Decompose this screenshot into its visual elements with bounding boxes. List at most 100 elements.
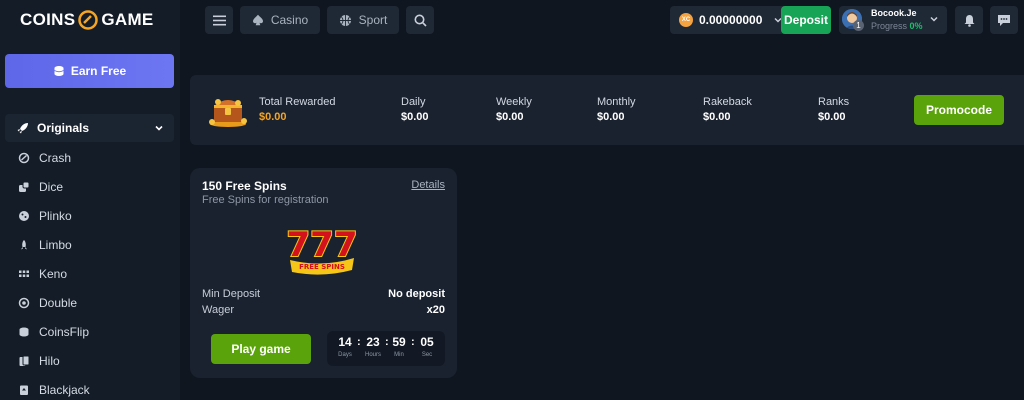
user-profile-menu[interactable]: 1 Bocook.Je Progress 0% — [839, 6, 947, 34]
sidebar-item-dice[interactable]: Dice — [0, 172, 180, 201]
plinko-icon — [19, 210, 29, 221]
search-icon — [414, 14, 427, 27]
sport-tab[interactable]: Sport — [327, 6, 399, 34]
earn-free-button[interactable]: Earn Free — [5, 54, 174, 88]
sidebar-item-keno[interactable]: Keno — [0, 259, 180, 288]
sidebar-item-limbo[interactable]: Limbo — [0, 230, 180, 259]
sidebar-item-double[interactable]: Double — [0, 288, 180, 317]
weekly-label: Weekly — [496, 96, 532, 108]
promocode-button[interactable]: Promocode — [914, 95, 1004, 125]
chat-icon — [998, 14, 1010, 26]
timer-days: 14 Days — [333, 335, 357, 358]
double-icon — [18, 297, 30, 308]
free-spins-777-image: 777 FREE SPINS — [286, 224, 358, 275]
sidebar: COINS GAME Earn Free Originals Crash Dic… — [0, 0, 180, 400]
wager-label: Wager — [202, 304, 234, 316]
sidebar-item-label: Dice — [39, 179, 64, 194]
sidebar-item-label: Keno — [39, 266, 68, 281]
timer-sec: 05 Sec — [415, 335, 439, 358]
currency-coin-icon: XC — [679, 13, 693, 27]
casino-tab-label: Casino — [270, 13, 309, 27]
progress-value: 0% — [909, 21, 923, 31]
coins-icon — [19, 327, 29, 336]
rakeback-label: Rakeback — [703, 96, 752, 108]
timer-sec-value: 05 — [420, 335, 434, 349]
sidebar-item-plinko[interactable]: Plinko — [0, 201, 180, 230]
sidebar-item-label: Limbo — [39, 237, 72, 252]
sport-tab-label: Sport — [358, 13, 388, 27]
sidebar-item-label: Blackjack — [39, 382, 90, 397]
play-game-button[interactable]: Play game — [211, 334, 311, 364]
casino-tab[interactable]: Casino — [240, 6, 320, 34]
slot-digits: 777 — [287, 225, 358, 265]
chat-button[interactable] — [990, 6, 1018, 34]
total-rewarded-stat: Total Rewarded $0.00 — [259, 96, 335, 123]
timer-hours: 23 Hours — [361, 335, 385, 358]
rakeback-stat: Rakeback $0.00 — [703, 96, 752, 123]
details-link[interactable]: Details — [411, 179, 445, 191]
user-level-badge: 1 — [853, 20, 864, 31]
originals-section-toggle[interactable]: Originals — [5, 114, 174, 142]
min-deposit-value: No deposit — [388, 288, 445, 300]
daily-label: Daily — [401, 96, 426, 108]
timer-min-label: Min — [394, 352, 404, 358]
countdown-timer: 14 Days : 23 Hours : 59 Min : 05 Sec — [327, 331, 445, 366]
notifications-button[interactable] — [955, 6, 983, 34]
total-rewarded-value: $0.00 — [259, 111, 287, 123]
crash-icon — [18, 152, 30, 163]
username: Bocook.Je — [871, 8, 917, 18]
wager-value: x20 — [426, 304, 445, 316]
timer-sec-label: Sec — [421, 352, 433, 358]
monthly-value: $0.00 — [597, 111, 625, 123]
bell-icon — [964, 14, 974, 27]
free-spins-card: 150 Free Spins Free Spins for registrati… — [190, 168, 457, 378]
menu-toggle-button[interactable] — [205, 6, 233, 34]
rewards-summary-panel: Total Rewarded $0.00 Daily $0.00 Weekly … — [190, 75, 1024, 145]
sidebar-item-blackjack[interactable]: Blackjack — [0, 375, 180, 400]
earn-free-label: Earn Free — [70, 64, 127, 78]
timer-hours-label: Hours — [364, 352, 381, 358]
keno-grid-icon — [19, 270, 29, 277]
daily-stat: Daily $0.00 — [401, 96, 429, 123]
card-subtitle: Free Spins for registration — [202, 194, 329, 206]
min-deposit-label: Min Deposit — [202, 288, 261, 300]
chevron-down-icon — [930, 16, 938, 22]
sidebar-item-label: Hilo — [39, 353, 60, 368]
coins-stack-icon — [54, 66, 64, 76]
sidebar-item-crash[interactable]: Crash — [0, 143, 180, 172]
progress-label: Progress — [871, 21, 908, 31]
sidebar-item-label: Plinko — [39, 208, 72, 223]
rocket-icon — [17, 122, 28, 133]
monthly-stat: Monthly $0.00 — [597, 96, 636, 123]
ranks-value: $0.00 — [818, 111, 846, 123]
spade-icon — [252, 14, 263, 26]
originals-menu: Crash Dice Plinko Limbo Keno Double Coin… — [0, 143, 180, 400]
timer-days-value: 14 — [338, 335, 352, 349]
ranks-label: Ranks — [818, 96, 850, 108]
timer-days-label: Days — [338, 352, 352, 358]
blackjack-icon — [20, 385, 28, 395]
search-button[interactable] — [406, 6, 434, 34]
brand-name-part1: COINS — [20, 10, 76, 29]
wager-row: Wager x20 — [202, 304, 445, 316]
weekly-stat: Weekly $0.00 — [496, 96, 532, 123]
brand-name-part2: GAME — [101, 10, 154, 29]
sidebar-item-label: Crash — [39, 150, 72, 165]
timer-hours-value: 23 — [366, 335, 380, 349]
sidebar-item-hilo[interactable]: Hilo — [0, 346, 180, 375]
daily-value: $0.00 — [401, 111, 429, 123]
cards-icon — [19, 355, 30, 366]
deposit-button[interactable]: Deposit — [781, 6, 831, 34]
ranks-stat: Ranks $0.00 — [818, 96, 849, 123]
timer-min-value: 59 — [392, 335, 406, 349]
progress-text: Progress 0% — [871, 21, 923, 31]
dice-icon — [19, 181, 30, 192]
hamburger-menu-icon — [212, 15, 226, 25]
treasure-chest-icon — [209, 99, 247, 127]
sidebar-item-coinsflip[interactable]: CoinsFlip — [0, 317, 180, 346]
brand-logo[interactable]: COINS GAME — [20, 8, 154, 32]
monthly-label: Monthly — [597, 96, 636, 108]
balance-amount: 0.00000000 — [699, 13, 763, 27]
logo-coin-icon — [78, 10, 99, 30]
slot-banner-text: FREE SPINS — [299, 263, 345, 271]
